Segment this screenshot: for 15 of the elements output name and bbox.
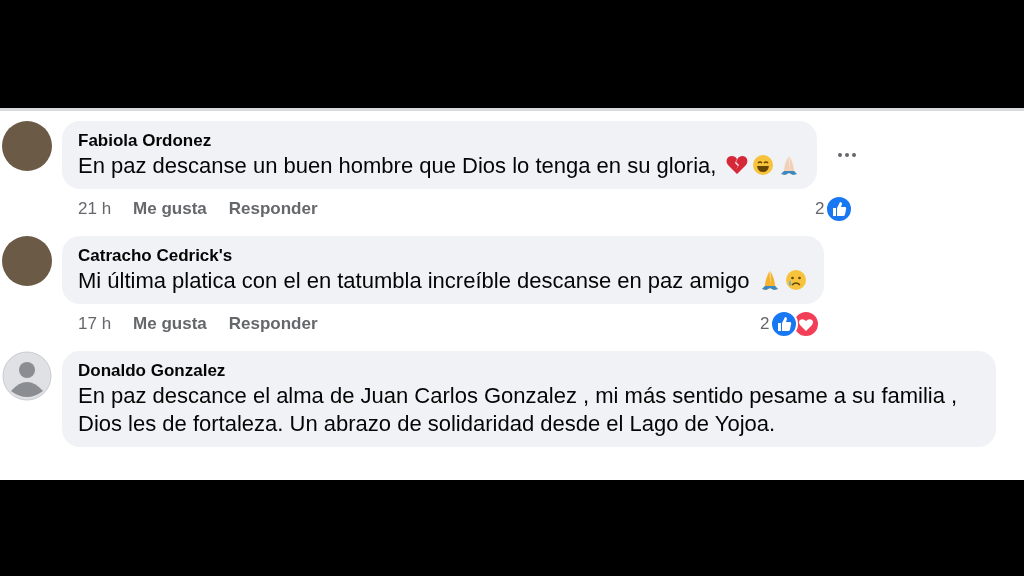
more-options-icon[interactable] <box>836 152 857 158</box>
reply-button[interactable]: Responder <box>228 311 318 337</box>
like-button[interactable]: Me gusta <box>133 311 207 337</box>
like-button[interactable]: Me gusta <box>133 196 207 222</box>
author-name[interactable]: Catracho Cedrick's <box>78 245 808 267</box>
reply-button[interactable]: Responder <box>228 196 318 222</box>
comment-text: Mi última platica con el en tatumbla increíble descanse en paz amigo <box>78 268 750 293</box>
comment-time[interactable]: 17 h <box>78 311 112 337</box>
comment-text: En paz descanse un buen hombre que Dios lo tenga en su gloria, <box>78 153 717 178</box>
reaction-count: 2 <box>760 313 770 336</box>
reaction-count: 2 <box>815 198 825 221</box>
comment-time[interactable]: 21 h <box>78 196 112 222</box>
comment-text: En paz descance el alma de Juan Carlos Gonzalez , mi más sentido pesame a su familia , Dios les de fortaleza. Un abrazo de solidaridad desde el Lago de Yojoa. <box>78 383 958 436</box>
author-name[interactable]: Fabiola Ordonez <box>78 130 801 152</box>
author-name[interactable]: Donaldo Gonzalez <box>78 360 980 382</box>
